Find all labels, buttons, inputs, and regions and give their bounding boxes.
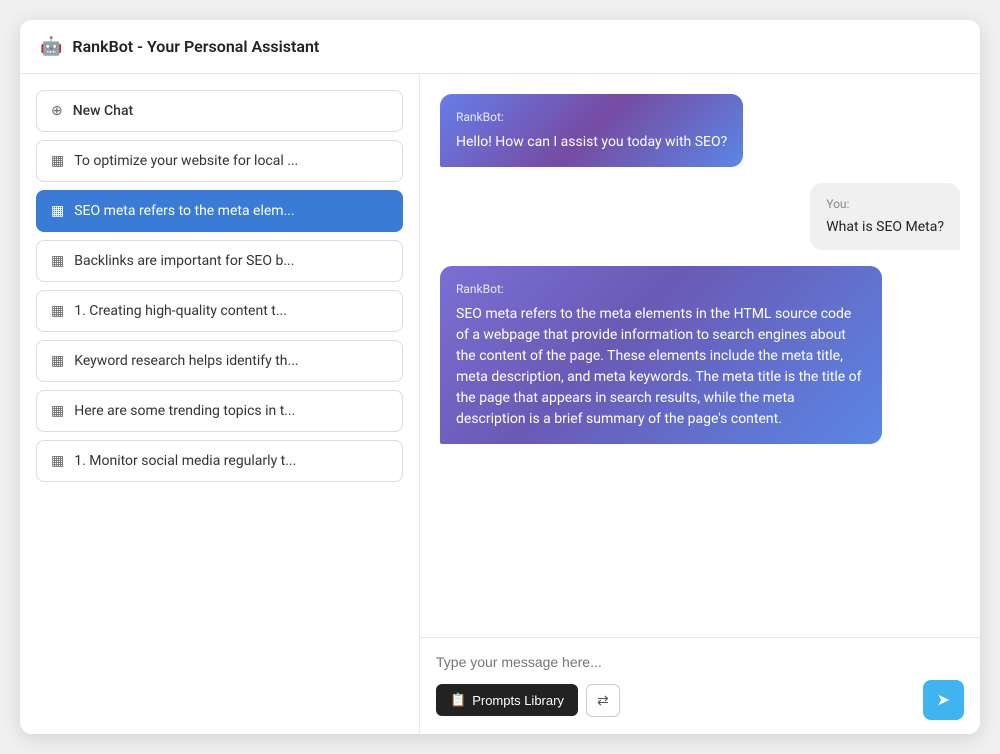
prompts-library-button[interactable]: 📋 Prompts Library [436,684,578,716]
app-body: ⊕ New Chat ▦ To optimize your website fo… [20,74,980,734]
sidebar-item-label: Backlinks are important for SEO b... [74,253,294,269]
sidebar-item-new-chat[interactable]: ⊕ New Chat [36,90,403,132]
chat-area: RankBot: Hello! How can I assist you tod… [420,74,980,734]
user-bubble: You: What is SEO Meta? [810,183,960,250]
bot-label: RankBot: [456,280,866,298]
sidebar-item-label: Here are some trending topics in t... [74,403,295,419]
bot-bubble: RankBot: SEO meta refers to the meta ele… [440,266,882,444]
sidebar-item-icon: ▦ [51,153,64,169]
chat-input-actions: 📋 Prompts Library ⇄ ➤ [436,680,964,720]
message-msg1: RankBot: Hello! How can I assist you tod… [440,94,743,167]
chat-messages: RankBot: Hello! How can I assist you tod… [420,74,980,637]
sidebar-item-label: SEO meta refers to the meta elem... [74,203,294,219]
bot-text: SEO meta refers to the meta elements in … [456,306,862,427]
sidebar: ⊕ New Chat ▦ To optimize your website fo… [20,74,420,734]
prompts-icon: 📋 [450,692,466,708]
message-msg2: You: What is SEO Meta? [810,183,960,250]
refresh-button[interactable]: ⇄ [586,684,620,717]
message-input[interactable] [436,654,964,670]
prompts-label: Prompts Library [472,693,564,708]
sidebar-item-label: To optimize your website for local ... [74,153,298,169]
sidebar-item-keyword-research[interactable]: ▦ Keyword research helps identify th... [36,340,403,382]
sidebar-item-high-quality[interactable]: ▦ 1. Creating high-quality content t... [36,290,403,332]
user-text: What is SEO Meta? [826,219,944,235]
refresh-icon: ⇄ [597,692,609,709]
app-header: 🤖 RankBot - Your Personal Assistant [20,20,980,74]
app-container: 🤖 RankBot - Your Personal Assistant ⊕ Ne… [20,20,980,734]
sidebar-item-icon: ▦ [51,353,64,369]
bot-bubble: RankBot: Hello! How can I assist you tod… [440,94,743,167]
sidebar-item-icon: ⊕ [51,103,63,119]
message-msg3: RankBot: SEO meta refers to the meta ele… [440,266,882,444]
sidebar-item-icon: ▦ [51,303,64,319]
sidebar-item-social-media[interactable]: ▦ 1. Monitor social media regularly t... [36,440,403,482]
sidebar-item-trending-topics[interactable]: ▦ Here are some trending topics in t... [36,390,403,432]
sidebar-item-label: 1. Creating high-quality content t... [74,303,287,319]
sidebar-item-label: 1. Monitor social media regularly t... [74,453,296,469]
bot-label: RankBot: [456,108,727,126]
sidebar-item-label: Keyword research helps identify th... [74,353,298,369]
sidebar-item-icon: ▦ [51,453,64,469]
sidebar-item-icon: ▦ [51,203,64,219]
bot-text: Hello! How can I assist you today with S… [456,134,727,150]
app-title: RankBot - Your Personal Assistant [72,37,319,56]
bot-icon: 🤖 [40,36,62,57]
chat-input-area: 📋 Prompts Library ⇄ ➤ [420,637,980,734]
user-label: You: [826,195,944,213]
sidebar-item-seo-meta[interactable]: ▦ SEO meta refers to the meta elem... [36,190,403,232]
sidebar-item-backlinks[interactable]: ▦ Backlinks are important for SEO b... [36,240,403,282]
sidebar-item-icon: ▦ [51,403,64,419]
send-button[interactable]: ➤ [923,680,964,720]
sidebar-item-label: New Chat [73,103,133,119]
sidebar-item-icon: ▦ [51,253,64,269]
sidebar-item-local-seo[interactable]: ▦ To optimize your website for local ... [36,140,403,182]
send-icon: ➤ [937,690,950,710]
